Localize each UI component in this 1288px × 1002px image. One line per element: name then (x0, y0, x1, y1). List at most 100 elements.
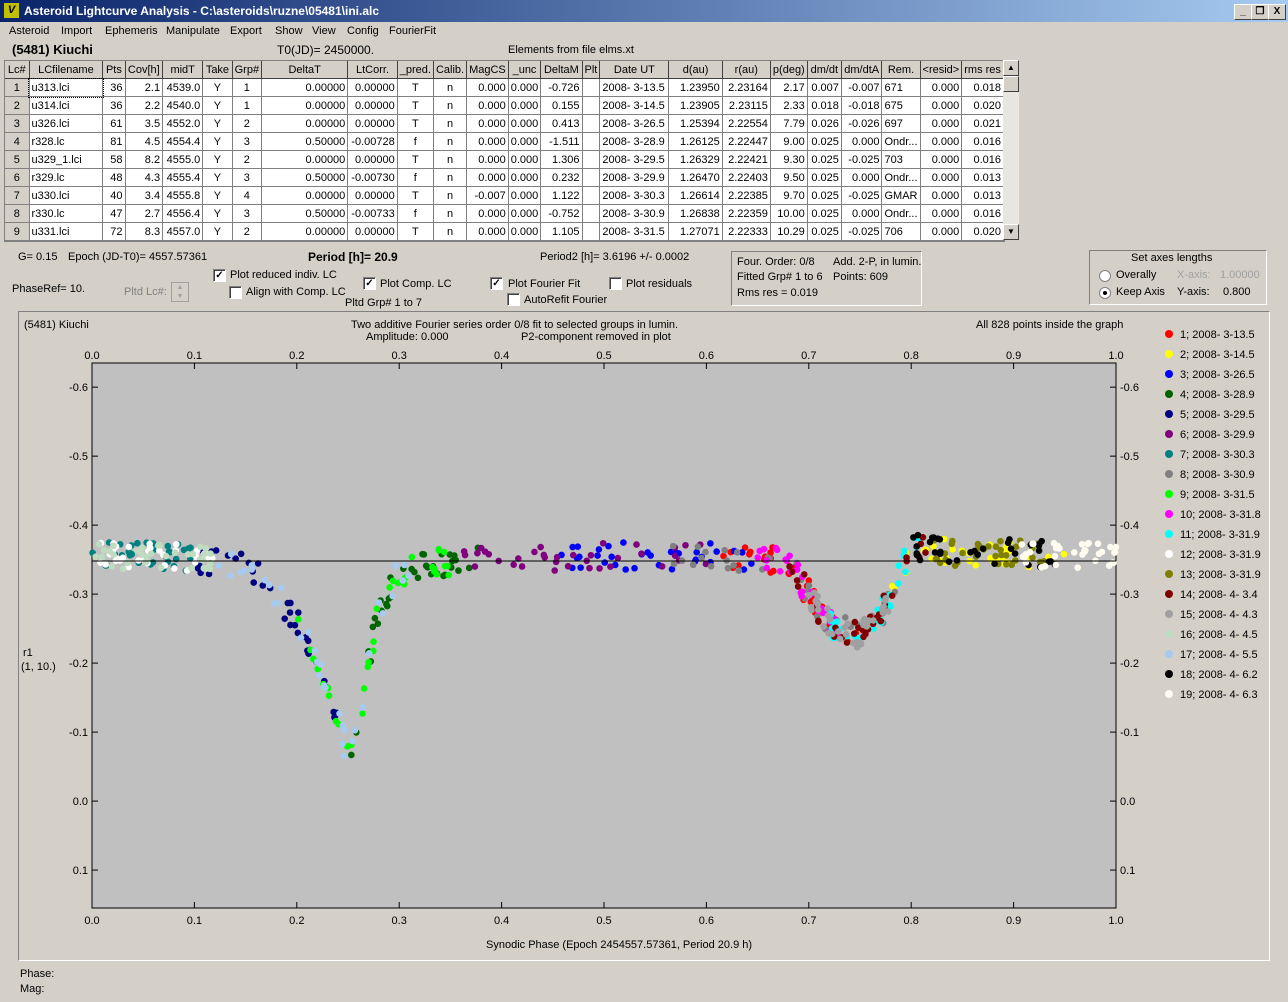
table-cell[interactable]: 0.025 (807, 186, 842, 205)
table-cell[interactable]: 1.23905 (668, 96, 723, 115)
table-cell[interactable]: 0.000 (466, 114, 509, 133)
table-cell[interactable]: f (397, 132, 434, 151)
table-cell[interactable]: -0.007 (466, 186, 509, 205)
table-cell[interactable]: 4555.0 (162, 150, 204, 169)
table-cell[interactable]: 0.000 (920, 204, 963, 223)
table-row[interactable]: 6 r329.lc 48 4.3 4555.4 Y 3 0.50000 -0.00730 f n 0.… (5, 168, 1004, 187)
column-header[interactable]: Calib. (433, 61, 468, 79)
table-cell[interactable]: 1.27071 (668, 222, 723, 241)
table-cell[interactable]: 0.000 (508, 96, 542, 115)
table-cell[interactable]: r328.lc (29, 132, 104, 151)
table-cell[interactable]: -0.025 (841, 222, 883, 241)
table-row[interactable]: 8 r330.lc 47 2.7 4556.4 Y 3 0.50000 -0.00733 f n 0.… (5, 204, 1004, 223)
table-cell[interactable]: 2.7 (125, 204, 164, 223)
pltd-lc-spinner[interactable]: ▲ ▼ (171, 282, 189, 302)
table-cell[interactable]: 10.29 (770, 222, 808, 241)
table-cell[interactable]: 2.33 (770, 96, 808, 115)
table-cell[interactable]: 697 (881, 114, 921, 133)
table-cell[interactable]: 0.000 (920, 78, 963, 97)
table-cell[interactable]: 0.00000 (347, 96, 398, 115)
table-cell[interactable]: 3.5 (125, 114, 164, 133)
table-cell[interactable]: Ondr... (881, 168, 921, 187)
table-cell[interactable]: 2.22333 (722, 222, 771, 241)
table-cell[interactable] (582, 114, 601, 133)
table-cell[interactable] (582, 150, 601, 169)
table-cell[interactable]: 2008- 3-30.3 (599, 186, 670, 205)
table-cell[interactable]: 2.22447 (722, 132, 771, 151)
table-cell[interactable]: u313.lci (28, 77, 104, 98)
column-header[interactable]: DeltaM (540, 61, 583, 79)
table-cell[interactable]: 0.000 (920, 168, 963, 187)
table-cell[interactable]: f (397, 204, 434, 223)
column-header[interactable]: Pts (102, 61, 126, 79)
table-cell[interactable]: 2.22554 (722, 114, 771, 133)
table-cell[interactable]: 1 (232, 96, 263, 115)
table-cell[interactable]: 4.3 (125, 168, 164, 187)
plot-fourier-checkbox[interactable]: ✓ (490, 277, 503, 290)
table-cell[interactable]: 2008- 3-31.5 (599, 222, 670, 241)
table-cell[interactable]: 58 (102, 150, 126, 169)
column-header[interactable]: Lc# (5, 61, 30, 79)
table-cell[interactable]: 61 (102, 114, 126, 133)
scroll-up-icon[interactable]: ▲ (1003, 60, 1019, 76)
table-cell[interactable]: 0.000 (466, 204, 509, 223)
table-cell[interactable]: n (433, 204, 468, 223)
table-cell[interactable]: 0.00000 (347, 150, 398, 169)
table-cell[interactable]: Y (202, 96, 233, 115)
column-header[interactable]: LtCorr. (347, 61, 398, 79)
table-cell[interactable]: -0.018 (841, 96, 883, 115)
table-cell[interactable]: 36 (102, 96, 126, 115)
lightcurve-table[interactable]: Lc# LCfilename Pts Cov[h] midT Take Grp# DeltaT… (4, 60, 1005, 242)
plot-reduced-checkbox[interactable]: ✓ (213, 269, 226, 282)
table-cell[interactable]: 4557.0 (162, 222, 204, 241)
table-cell[interactable]: u330.lci (29, 186, 104, 205)
table-cell[interactable]: T (397, 78, 434, 97)
table-cell[interactable]: 0.016 (961, 204, 1004, 223)
menu-asteroid[interactable]: Asteroid (9, 25, 49, 37)
table-cell[interactable]: 0.021 (961, 114, 1004, 133)
table-cell[interactable]: Y (202, 132, 233, 151)
table-cell[interactable]: 0.000 (920, 222, 963, 241)
table-cell[interactable]: Y (202, 186, 233, 205)
column-header[interactable]: rms res (961, 61, 1004, 79)
table-cell[interactable]: 2 (232, 114, 263, 133)
column-header[interactable]: LCfilename (29, 61, 104, 79)
table-cell[interactable]: 0.00000 (261, 222, 349, 241)
table-cell[interactable]: r329.lc (29, 168, 104, 187)
table-cell[interactable]: u314.lci (29, 96, 104, 115)
table-cell[interactable]: 4555.8 (162, 186, 204, 205)
plot-residuals-checkbox[interactable] (609, 277, 622, 290)
column-header[interactable]: d(au) (668, 61, 723, 79)
table-cell[interactable] (582, 168, 601, 187)
table-cell[interactable]: n (433, 132, 468, 151)
table-cell[interactable]: 2.22421 (722, 150, 771, 169)
table-cell[interactable]: 0.018 (807, 96, 842, 115)
table-cell[interactable] (582, 186, 601, 205)
table-cell[interactable]: u329_1.lci (29, 150, 104, 169)
table-cell[interactable]: 0.025 (807, 168, 842, 187)
table-cell[interactable]: 2008- 3-28.9 (599, 132, 670, 151)
table-cell[interactable]: f (397, 168, 434, 187)
table-cell[interactable]: T (397, 114, 434, 133)
table-cell[interactable]: -0.007 (841, 78, 883, 97)
table-cell[interactable]: 0.00000 (261, 186, 349, 205)
table-cell[interactable]: 40 (102, 186, 126, 205)
row-number[interactable]: 5 (5, 150, 30, 169)
row-number[interactable]: 7 (5, 186, 30, 205)
table-cell[interactable]: 47 (102, 204, 126, 223)
column-header[interactable]: r(au) (722, 61, 771, 79)
table-cell[interactable]: -0.00733 (347, 204, 398, 223)
menu-manipulate[interactable]: Manipulate (166, 25, 220, 37)
table-cell[interactable]: 0.026 (807, 114, 842, 133)
table-cell[interactable]: -1.511 (540, 132, 583, 151)
table-cell[interactable]: 1.26614 (668, 186, 723, 205)
row-number[interactable]: 2 (5, 96, 30, 115)
table-cell[interactable]: T (397, 186, 434, 205)
table-cell[interactable]: 3 (232, 204, 263, 223)
menu-import[interactable]: Import (61, 25, 92, 37)
table-cell[interactable]: 0.000 (841, 132, 883, 151)
table-row[interactable]: 5 u329_1.lci 58 8.2 4555.0 Y 2 0.00000 0.00000 Tn… (5, 150, 1004, 169)
table-cell[interactable]: 0.025 (807, 150, 842, 169)
table-cell[interactable]: Ondr... (881, 204, 921, 223)
row-number[interactable]: 6 (5, 168, 30, 187)
